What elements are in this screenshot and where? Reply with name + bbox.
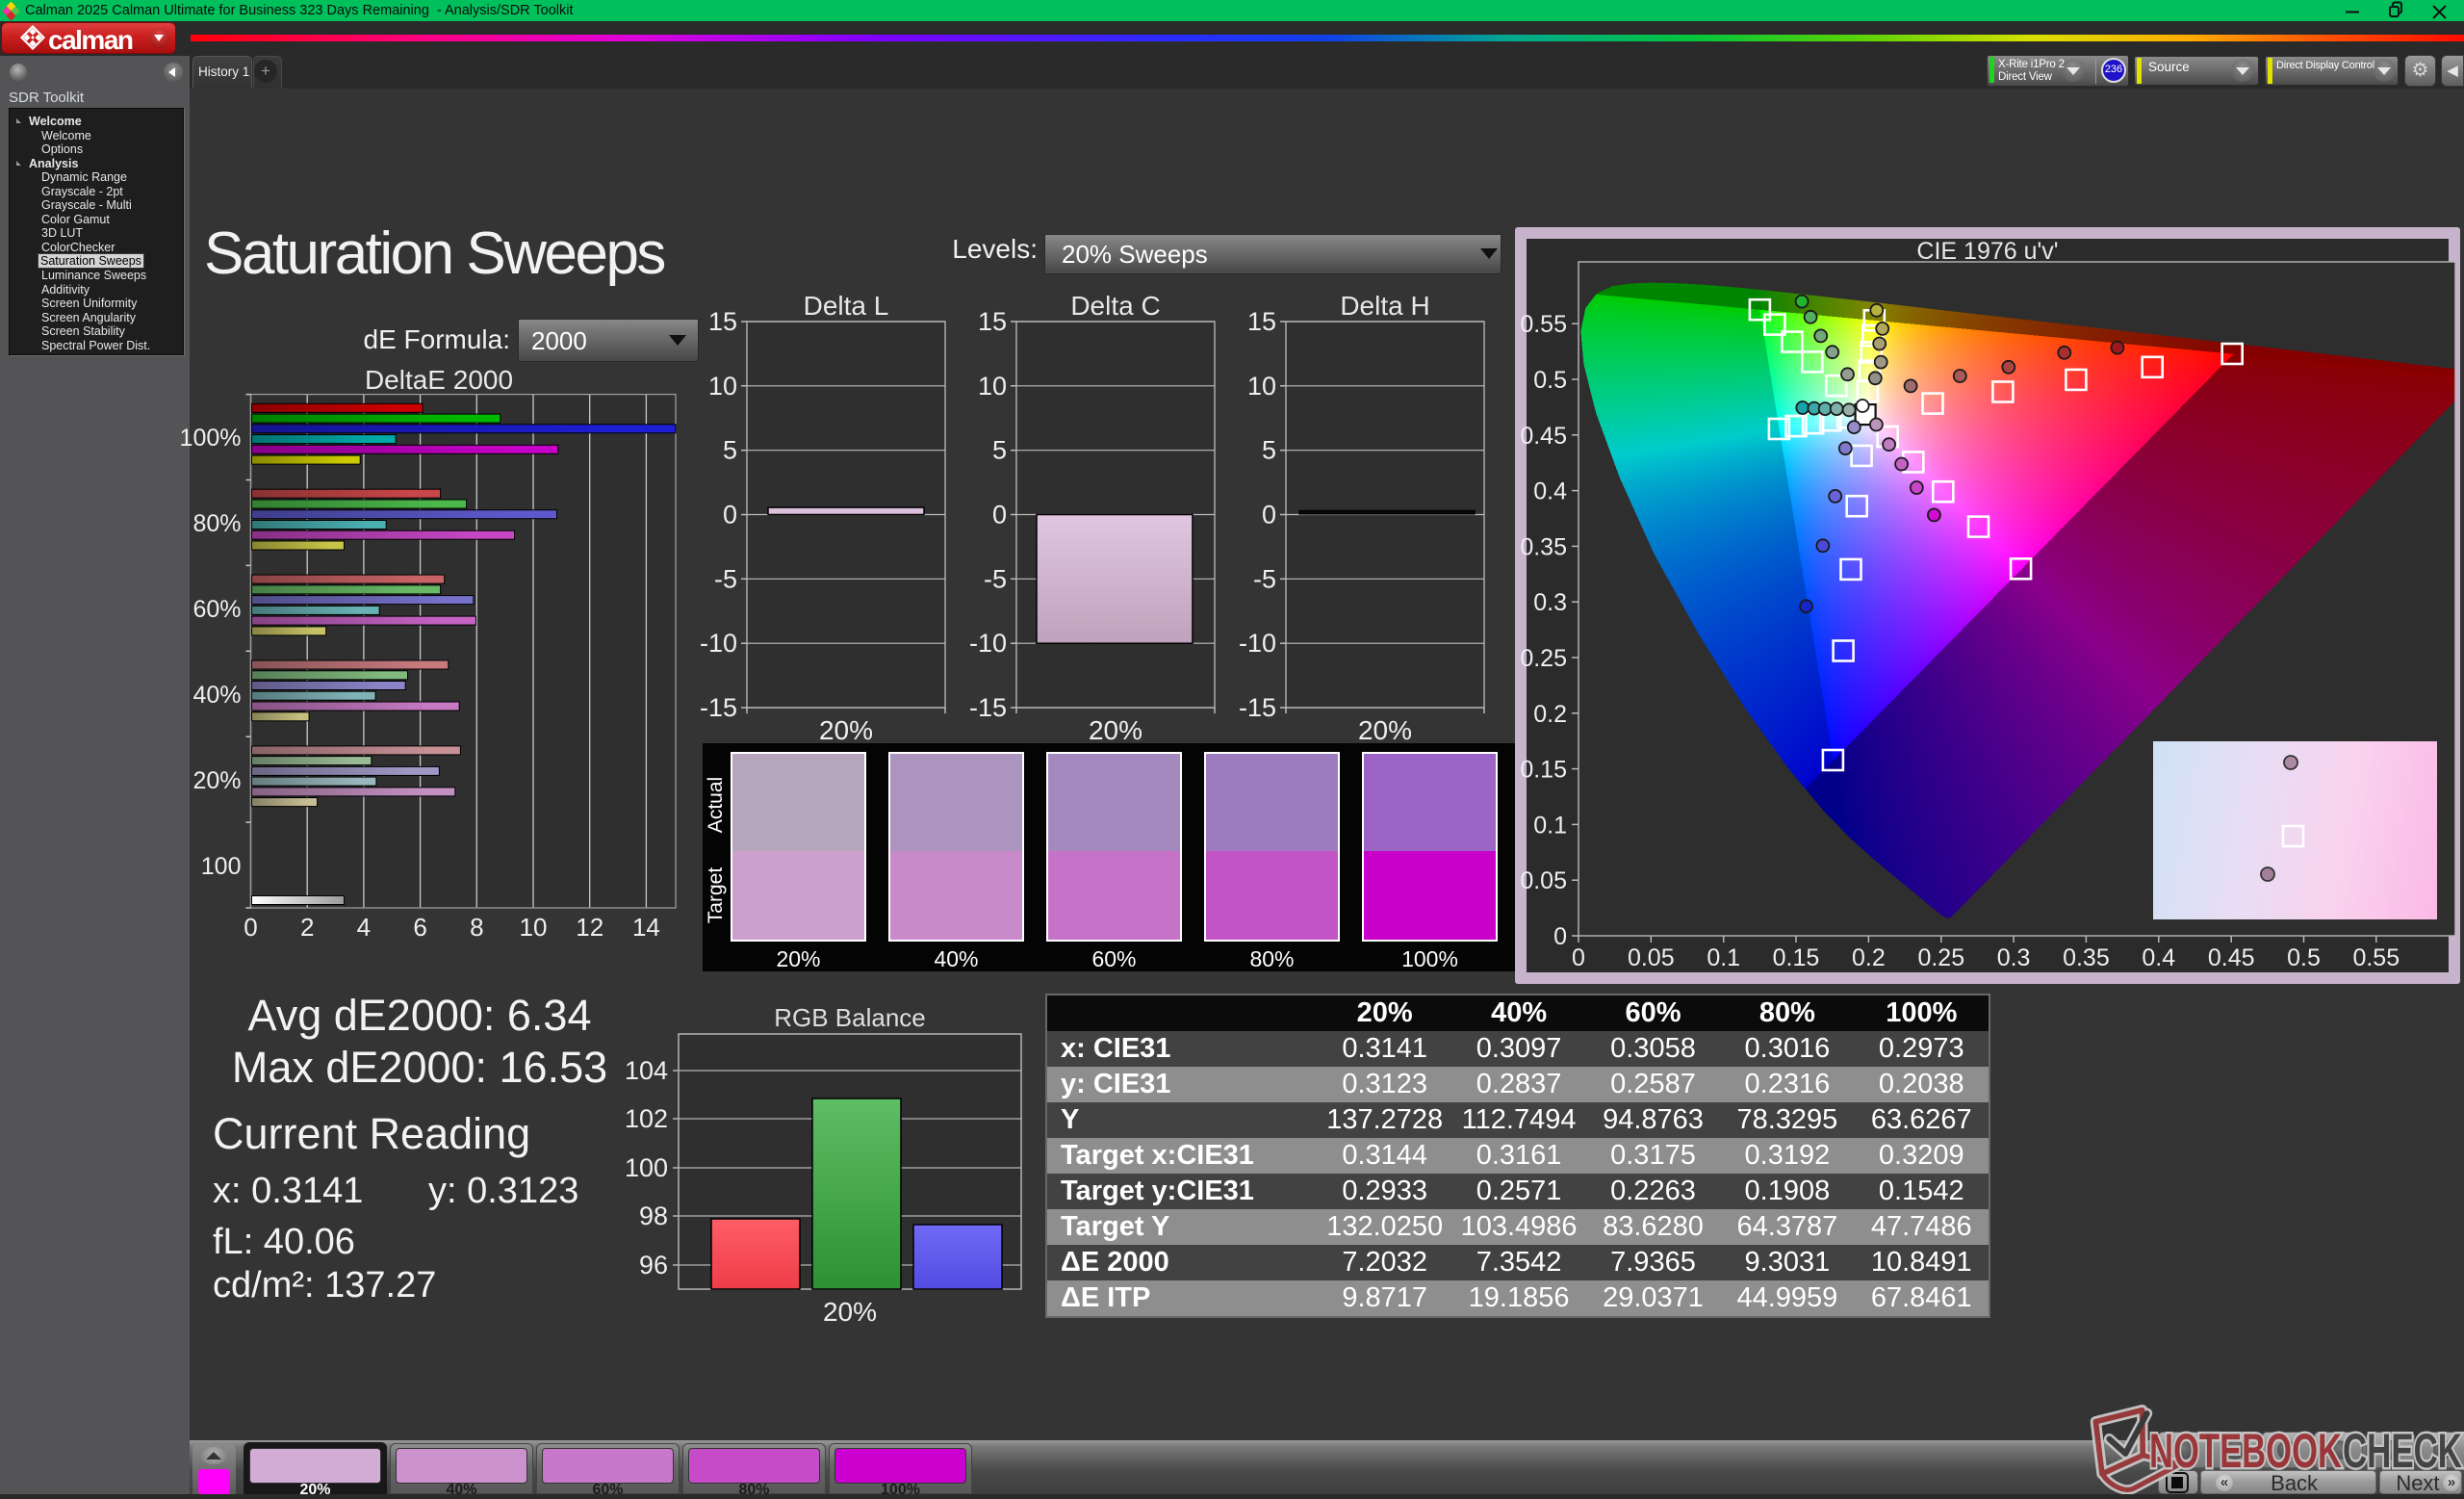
svg-text:0.15: 0.15	[1773, 944, 1820, 971]
svg-text:0.4: 0.4	[2142, 944, 2175, 971]
svg-text:0.45: 0.45	[1520, 423, 1567, 450]
svg-text:0.2: 0.2	[1533, 701, 1567, 728]
svg-text:0.05: 0.05	[1628, 944, 1675, 971]
svg-text:0.55: 0.55	[1520, 311, 1567, 338]
svg-text:0.1: 0.1	[1533, 812, 1567, 839]
svg-text:0: 0	[1553, 923, 1567, 950]
svg-text:0.25: 0.25	[1917, 944, 1964, 971]
svg-text:0.1: 0.1	[1707, 944, 1740, 971]
svg-text:0.35: 0.35	[1520, 533, 1567, 560]
svg-text:0.25: 0.25	[1520, 645, 1567, 672]
svg-text:0.45: 0.45	[2208, 944, 2255, 971]
svg-text:NOTEBOOK: NOTEBOOK	[2149, 1424, 2342, 1478]
svg-text:0.15: 0.15	[1520, 757, 1567, 784]
svg-text:CHECK: CHECK	[2343, 1424, 2462, 1478]
svg-text:0.35: 0.35	[2063, 944, 2110, 971]
svg-text:0.05: 0.05	[1520, 867, 1567, 894]
svg-text:0: 0	[1572, 944, 1585, 971]
svg-text:0.5: 0.5	[1533, 367, 1567, 394]
svg-text:0.5: 0.5	[2287, 944, 2321, 971]
svg-text:0.2: 0.2	[1852, 944, 1886, 971]
svg-text:0.3: 0.3	[1997, 944, 2031, 971]
svg-text:0.4: 0.4	[1533, 478, 1567, 505]
svg-text:0.55: 0.55	[2352, 944, 2400, 971]
svg-text:0.3: 0.3	[1533, 589, 1567, 616]
